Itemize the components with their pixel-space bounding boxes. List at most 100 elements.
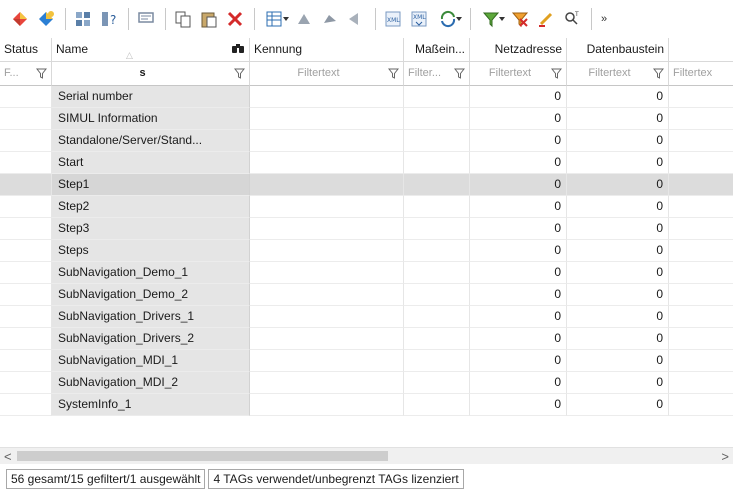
cell-netzadresse[interactable]: 0 [470, 372, 567, 394]
xml-import-icon[interactable]: XML [407, 7, 431, 31]
cell-name[interactable]: SubNavigation_Demo_1 [52, 262, 250, 284]
edit-icon[interactable] [534, 7, 558, 31]
xml-export-icon[interactable]: XML [381, 7, 405, 31]
delete-icon[interactable] [223, 7, 247, 31]
cell-masseinheit[interactable] [404, 350, 470, 372]
sync-icon[interactable] [433, 7, 463, 31]
cell-kennung[interactable] [250, 130, 404, 152]
column-header-kennung[interactable]: Kennung [250, 38, 404, 62]
cell-netzadresse[interactable]: 0 [470, 284, 567, 306]
cell-name[interactable]: SubNavigation_Drivers_1 [52, 306, 250, 328]
new-tag-icon[interactable] [8, 7, 32, 31]
table-row[interactable]: Steps 0 0 [0, 240, 733, 262]
cell-name[interactable]: SubNavigation_Demo_2 [52, 284, 250, 306]
tool-b-icon[interactable] [318, 7, 342, 31]
cell-kennung[interactable] [250, 108, 404, 130]
cell-kennung[interactable] [250, 328, 404, 350]
cell-masseinheit[interactable] [404, 240, 470, 262]
filter-datenbaustein[interactable]: Filtertext [567, 62, 669, 86]
cell-name[interactable]: Serial number [52, 86, 250, 108]
column-header-masseinheit[interactable]: Maßein... [404, 38, 470, 62]
cell-masseinheit[interactable] [404, 262, 470, 284]
cell-netzadresse[interactable]: 0 [470, 328, 567, 350]
cell-datenbaustein[interactable]: 0 [567, 130, 669, 152]
cell-name[interactable]: Start [52, 152, 250, 174]
cell-netzadresse[interactable]: 0 [470, 306, 567, 328]
column-header-status[interactable]: Status [0, 38, 52, 62]
table-row[interactable]: SubNavigation_Demo_2 0 0 [0, 284, 733, 306]
table-row[interactable]: SIMUL Information 0 0 [0, 108, 733, 130]
cell-more[interactable] [669, 152, 733, 174]
tool-c-icon[interactable] [344, 7, 368, 31]
table-row[interactable]: Step2 0 0 [0, 196, 733, 218]
scroll-left-arrow[interactable]: < [4, 449, 12, 464]
cell-masseinheit[interactable] [404, 218, 470, 240]
cell-more[interactable] [669, 394, 733, 416]
cell-netzadresse[interactable]: 0 [470, 262, 567, 284]
table-row[interactable]: SystemInfo_1 0 0 [0, 394, 733, 416]
cell-masseinheit[interactable] [404, 284, 470, 306]
filter-name[interactable]: s [52, 62, 250, 86]
table-row[interactable]: SubNavigation_MDI_1 0 0 [0, 350, 733, 372]
cell-masseinheit[interactable] [404, 306, 470, 328]
tool-a-icon[interactable] [292, 7, 316, 31]
scroll-right-arrow[interactable]: > [721, 449, 729, 464]
column-header-datenbaustein[interactable]: Datenbaustein [567, 38, 669, 62]
toolbar-overflow-button[interactable]: » [601, 13, 608, 25]
cell-kennung[interactable] [250, 86, 404, 108]
cell-more[interactable] [669, 108, 733, 130]
cell-netzadresse[interactable]: 0 [470, 108, 567, 130]
table-row[interactable]: SubNavigation_Demo_1 0 0 [0, 262, 733, 284]
cell-more[interactable] [669, 372, 733, 394]
cell-kennung[interactable] [250, 372, 404, 394]
cell-kennung[interactable] [250, 196, 404, 218]
cell-name[interactable]: SubNavigation_Drivers_2 [52, 328, 250, 350]
filter-netzadresse[interactable]: Filtertext [470, 62, 567, 86]
cell-masseinheit[interactable] [404, 372, 470, 394]
cell-kennung[interactable] [250, 218, 404, 240]
cell-netzadresse[interactable]: 0 [470, 240, 567, 262]
cell-more[interactable] [669, 350, 733, 372]
column-header-netzadresse[interactable]: Netzadresse [470, 38, 567, 62]
cell-more[interactable] [669, 174, 733, 196]
table-row[interactable]: SubNavigation_Drivers_1 0 0 [0, 306, 733, 328]
cell-name[interactable]: Step2 [52, 196, 250, 218]
cell-masseinheit[interactable] [404, 130, 470, 152]
cell-datenbaustein[interactable]: 0 [567, 328, 669, 350]
cell-masseinheit[interactable] [404, 152, 470, 174]
column-header-name[interactable]: Name △ [52, 38, 250, 62]
cell-name[interactable]: Standalone/Server/Stand... [52, 130, 250, 152]
cell-name[interactable]: Steps [52, 240, 250, 262]
cell-masseinheit[interactable] [404, 86, 470, 108]
table-row[interactable]: Step3 0 0 [0, 218, 733, 240]
cell-datenbaustein[interactable]: 0 [567, 394, 669, 416]
cell-name[interactable]: SubNavigation_MDI_1 [52, 350, 250, 372]
cell-masseinheit[interactable] [404, 108, 470, 130]
cell-more[interactable] [669, 130, 733, 152]
tag-info-icon[interactable]: ? [97, 7, 121, 31]
cell-datenbaustein[interactable]: 0 [567, 240, 669, 262]
filter-icon[interactable] [476, 7, 506, 31]
cell-kennung[interactable] [250, 240, 404, 262]
cell-datenbaustein[interactable]: 0 [567, 262, 669, 284]
clear-filter-icon[interactable] [508, 7, 532, 31]
filter-status[interactable]: F... [0, 62, 52, 86]
cell-masseinheit[interactable] [404, 328, 470, 350]
cell-netzadresse[interactable]: 0 [470, 130, 567, 152]
cell-kennung[interactable] [250, 306, 404, 328]
table-row[interactable]: SubNavigation_MDI_2 0 0 [0, 372, 733, 394]
cell-netzadresse[interactable]: 0 [470, 218, 567, 240]
cell-more[interactable] [669, 218, 733, 240]
find-icon[interactable]: T [560, 7, 584, 31]
cell-name[interactable]: SubNavigation_MDI_2 [52, 372, 250, 394]
columns-icon[interactable] [260, 7, 290, 31]
cell-netzadresse[interactable]: 0 [470, 152, 567, 174]
paste-icon[interactable] [197, 7, 221, 31]
cell-name[interactable]: SIMUL Information [52, 108, 250, 130]
cell-datenbaustein[interactable]: 0 [567, 306, 669, 328]
cell-kennung[interactable] [250, 350, 404, 372]
binoculars-icon[interactable] [231, 39, 245, 61]
cell-more[interactable] [669, 284, 733, 306]
cell-kennung[interactable] [250, 394, 404, 416]
cell-name[interactable]: SystemInfo_1 [52, 394, 250, 416]
